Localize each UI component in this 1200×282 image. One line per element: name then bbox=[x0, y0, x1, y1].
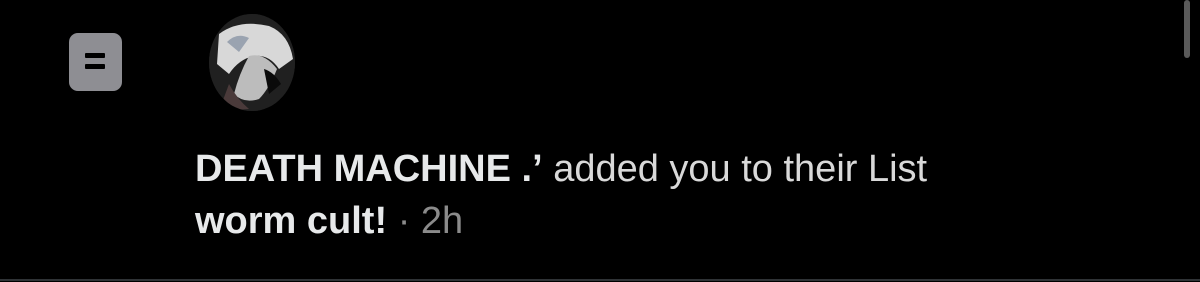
list-icon bbox=[69, 33, 122, 91]
actor-name[interactable]: DEATH MACHINE .’ bbox=[195, 148, 543, 190]
action-text: added you to their List bbox=[553, 148, 928, 190]
notification-item[interactable]: DEATH MACHINE .’ added you to their List… bbox=[0, 0, 1200, 280]
avatar[interactable] bbox=[209, 14, 295, 111]
timestamp: 2h bbox=[420, 200, 464, 242]
notification-text: DEATH MACHINE .’ added you to their List… bbox=[195, 143, 1185, 247]
list-name[interactable]: worm cult! bbox=[195, 200, 387, 242]
scrollbar[interactable] bbox=[1184, 0, 1190, 58]
notification-line-2: worm cult! · 2h bbox=[195, 195, 1185, 247]
separator: · bbox=[397, 200, 411, 242]
notification-line-1: DEATH MACHINE .’ added you to their List bbox=[195, 143, 1185, 195]
divider bbox=[0, 279, 1200, 281]
avatar-image bbox=[209, 14, 295, 111]
